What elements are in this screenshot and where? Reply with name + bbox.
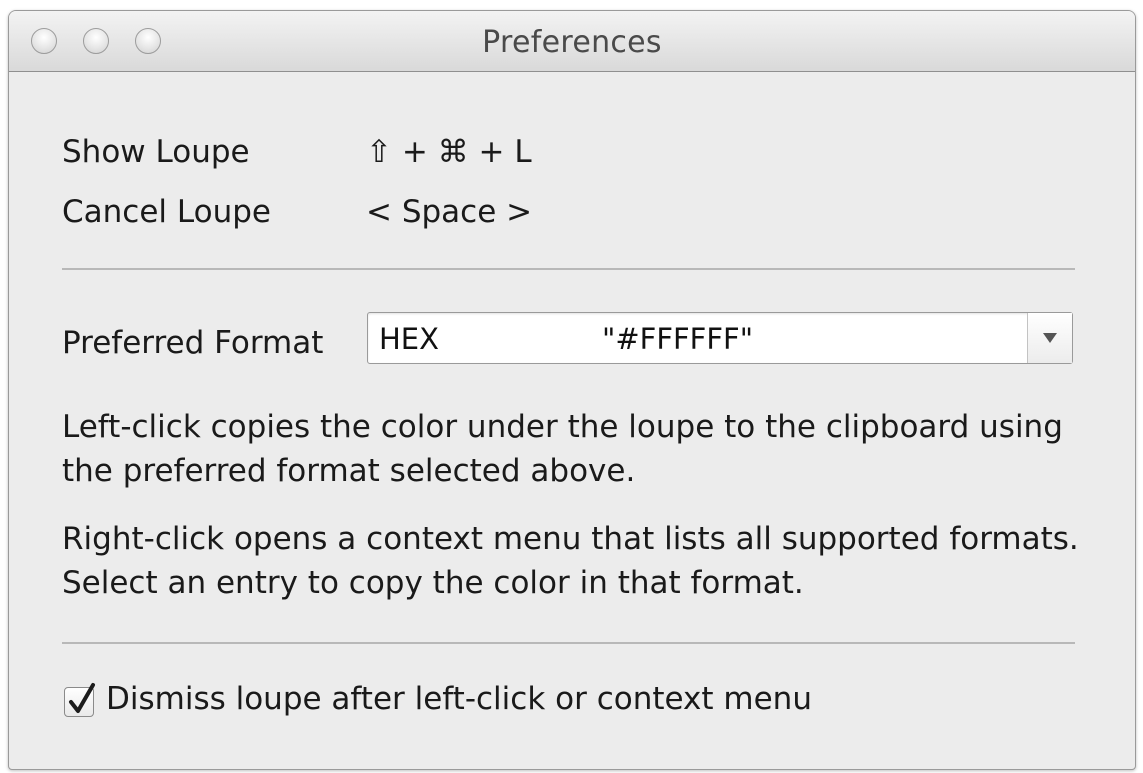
dismiss-loupe-checkbox[interactable]	[64, 683, 95, 717]
dismiss-loupe-label: Dismiss loupe after left-click or contex…	[106, 681, 812, 717]
left-click-help: Left-click copies the color under the lo…	[62, 409, 1063, 489]
preferences-window: Preferences Show Loupe ⇧ + ⌘ + L Cancel …	[8, 10, 1136, 770]
separator-top	[62, 268, 1075, 270]
title-bar[interactable]: Preferences	[9, 11, 1135, 72]
cancel-loupe-shortcut: < Space >	[366, 194, 533, 230]
right-click-help: Right-click opens a context menu that li…	[62, 521, 1079, 601]
format-example: "#FFFFFF"	[602, 322, 754, 356]
cancel-loupe-label: Cancel Loupe	[62, 194, 271, 230]
chevron-down-icon[interactable]	[1027, 313, 1072, 363]
preferred-format-select[interactable]: HEX "#FFFFFF"	[367, 312, 1073, 364]
checkmark-icon	[69, 683, 95, 713]
separator-bottom	[62, 642, 1075, 644]
show-loupe-label: Show Loupe	[62, 134, 250, 170]
show-loupe-shortcut: ⇧ + ⌘ + L	[366, 134, 532, 170]
format-name: HEX	[379, 322, 439, 356]
preferred-format-label: Preferred Format	[62, 325, 324, 361]
window-title: Preferences	[482, 25, 662, 60]
